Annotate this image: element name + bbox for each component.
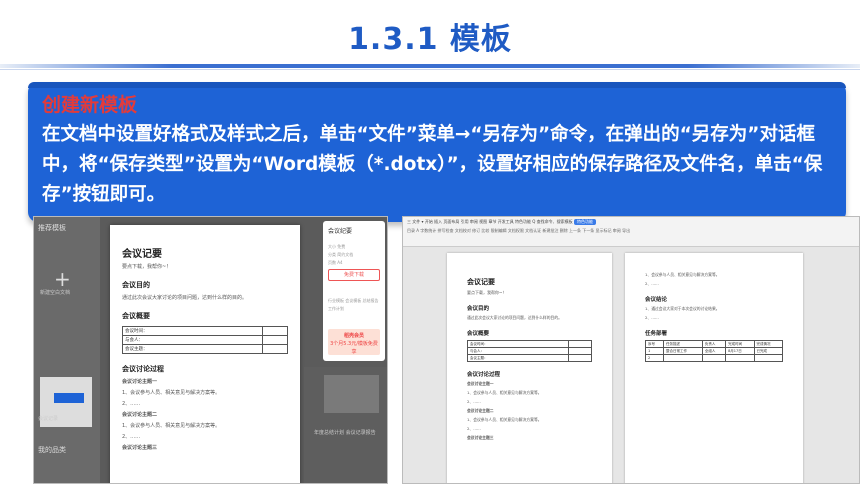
- doc-topic-3: 会议讨论主题三: [467, 435, 494, 440]
- table-cell: 已完成: [753, 347, 784, 355]
- doc-item: 2、……: [645, 315, 659, 320]
- word-processor-screenshot: 三 文件 ▾ 开始 插入 页面布局 引用 审阅 视图 章节 开发工具 特色功能 …: [402, 216, 860, 484]
- download-button[interactable]: 免费下载: [328, 269, 380, 281]
- menu-bar[interactable]: 三 文件 ▾ 开始 插入 页面布局 引用 审阅 视图 章节 开发工具 特色功能 …: [407, 219, 596, 225]
- ribbon-toolbar: 三 文件 ▾ 开始 插入 页面布局 引用 审阅 视图 章节 开发工具 特色功能 …: [403, 217, 859, 247]
- vip-promo-text: 3个月5.3元/模板免费享: [330, 341, 378, 355]
- ribbon-commands[interactable]: 目录 A 字数统计 拼写检查 文档校对 修订 比较 限制编辑 文档权限 文档认证…: [407, 228, 630, 234]
- template-library-screenshot: 推荐模板 + 新建空白文档 会议记录 我的品类 会议记要 要点下载，我帮你~！ …: [33, 216, 388, 484]
- doc-heading-purpose: 会议目的: [122, 281, 150, 289]
- plus-icon[interactable]: +: [54, 267, 71, 291]
- doc-item: 1、会议参与人员、相关意见与解决方案等。: [122, 390, 221, 396]
- detail-meta-category: 分类 简约文档: [328, 252, 354, 257]
- doc-topic-1: 会议讨论主题一: [122, 379, 158, 385]
- doc-item: 2、……: [122, 401, 141, 407]
- document-page-2: 1、会议参与人员、相关意见与解决方案等。 2、…… 会议结论 1、通过会议大家对…: [625, 253, 803, 483]
- more-templates-column: 年度总结计划 会议记录报告: [304, 367, 387, 483]
- doc-topic-1: 会议讨论主题一: [467, 381, 494, 386]
- table-header-cell: 负责人: [701, 340, 727, 348]
- doc-text-purpose: 通过此次会议大家讨论的项目问题，达到什么样的目的。: [467, 315, 562, 320]
- detail-meta-size: 大小 免费: [328, 244, 346, 249]
- template-detail-card: 会议纪要 大小 免费 分类 简约文档 页数 A4 免费下载 行业模板 会议模板 …: [323, 221, 385, 361]
- table-cell: [701, 354, 727, 362]
- table-cell: 会议主题：: [466, 354, 570, 362]
- content-banner: 创建新模板 在文档中设置好格式及样式之后，单击“文件”菜单→“另存为”命令，在弹…: [28, 82, 846, 222]
- task-table: 序号 任务描述 负责人 完成时间 完成情况 1 整合日常工作 全组人 8月17日…: [645, 340, 784, 362]
- doc-heading-discussion: 会议讨论过程: [467, 372, 501, 378]
- detail-title: 会议纪要: [328, 228, 353, 235]
- instruction-paragraph: 在文档中设置好格式及样式之后，单击“文件”菜单→“另存为”命令，在弹出的“另存为…: [42, 124, 823, 205]
- detail-tags[interactable]: 行业模板 会议模板 总结报告 工作计划: [328, 297, 380, 313]
- table-header-cell: 序号: [645, 340, 664, 348]
- table-row: 2: [645, 354, 784, 362]
- doc-subtitle: 要点下载，我帮你~！: [122, 264, 172, 270]
- doc-item: 2、……: [122, 434, 141, 440]
- header-divider-thin: [0, 69, 860, 70]
- vip-label: 稻壳会员: [343, 333, 364, 339]
- doc-text-purpose: 通过此次会议大家讨论的项目问题，达到什么样的目的。: [122, 295, 248, 301]
- table-cell: 会议时间：: [466, 340, 570, 348]
- table-row: 1 整合日常工作 全组人 8月17日 已完成: [645, 347, 784, 355]
- sidebar-title: 推荐模板: [38, 224, 66, 232]
- template-thumbnail[interactable]: [324, 375, 379, 413]
- document-page-1: 会议记要 要点下载，我帮你~！ 会议目的 通过此次会议大家讨论的项目问题，达到什…: [447, 253, 612, 483]
- table-cell: 与会人：: [122, 335, 263, 345]
- table-header-cell: 完成情况: [753, 340, 784, 348]
- doc-title: 会议记要: [122, 249, 162, 260]
- doc-topic-3: 会议讨论主题三: [122, 445, 158, 451]
- doc-item: 1、通过会议大家对于本次会议的讨论结果。: [645, 306, 720, 311]
- table-header-row: 序号 任务描述 负责人 完成时间 完成情况: [645, 340, 784, 348]
- doc-topic-2: 会议讨论主题二: [122, 412, 158, 418]
- table-cell: [662, 354, 703, 362]
- table-cell: [753, 354, 784, 362]
- header-divider: [0, 64, 860, 68]
- table-header-cell: 完成时间: [725, 340, 755, 348]
- table-cell: 2: [645, 354, 664, 362]
- doc-heading-tasks: 任务部署: [645, 331, 668, 337]
- table-header-cell: 任务描述: [662, 340, 703, 348]
- doc-heading-purpose: 会议目的: [467, 306, 490, 312]
- doc-item: 2、……: [645, 281, 659, 286]
- doc-item: 2、……: [467, 399, 481, 404]
- vip-promo[interactable]: 稻壳会员 3个月5.3元/模板免费享: [328, 329, 380, 355]
- section-subtitle: 创建新模板: [42, 94, 138, 116]
- doc-heading-summary: 会议概要: [467, 331, 490, 337]
- doc-item: 1、会议参与人员、相关意见与解决方案等。: [645, 272, 720, 277]
- table-cell: 8月17日: [725, 347, 755, 355]
- doc-item: 1、会议参与人员、相关意见与解决方案等。: [467, 417, 542, 422]
- doc-summary-table: 会议时间： 与会人： 会议主题：: [466, 340, 592, 362]
- detail-meta: 大小 免费 分类 简约文档 页数 A4: [328, 243, 353, 267]
- doc-topic-2: 会议讨论主题二: [467, 408, 494, 413]
- doc-heading-discussion: 会议讨论过程: [122, 365, 164, 373]
- banner-top-strip: [28, 82, 846, 88]
- new-blank-label[interactable]: 新建空白文档: [40, 289, 70, 296]
- table-cell: 会议时间：: [122, 326, 263, 336]
- doc-title: 会议记要: [467, 278, 495, 286]
- slide-title: 1.3.1 模板: [348, 22, 512, 57]
- template-sidebar: 推荐模板 + 新建空白文档 会议记录 我的品类: [34, 217, 100, 483]
- thumbnail-caption: 年度总结计划 会议记录报告: [314, 430, 376, 436]
- menu-items[interactable]: 三 文件 ▾ 开始 插入 页面布局 引用 审阅 视图 章节 开发工具 特色功能 …: [407, 219, 573, 224]
- table-cell: [725, 354, 755, 362]
- table-cell: 会议主题：: [122, 344, 263, 354]
- menu-active-tab[interactable]: 特色功能: [573, 219, 596, 225]
- table-cell: 1: [645, 347, 664, 355]
- doc-heading-conclusion: 会议结论: [645, 297, 668, 303]
- thumbnail-caption: 会议记录: [38, 416, 59, 422]
- doc-heading-summary: 会议概要: [122, 312, 150, 320]
- doc-subtitle: 要点下载，我帮你~！: [467, 290, 507, 295]
- slide-header: 1.3.1 模板: [0, 0, 860, 70]
- doc-summary-table: 会议时间： 与会人： 会议主题：: [122, 326, 289, 354]
- template-preview-document: 会议记要 要点下载，我帮你~！ 会议目的 通过此次会议大家讨论的项目问题，达到什…: [110, 225, 300, 483]
- table-cell: 整合日常工作: [662, 347, 703, 355]
- doc-item: 1、会议参与人员、相关意见与解决方案等。: [122, 423, 221, 429]
- doc-item: 1、会议参与人员、相关意见与解决方案等。: [467, 390, 542, 395]
- detail-meta-pages: 页数 A4: [328, 260, 343, 265]
- category-tab[interactable]: 我的品类: [38, 445, 66, 455]
- table-cell: 与会人：: [466, 347, 570, 355]
- thumbnail-badge: [54, 393, 84, 403]
- table-cell: 全组人: [701, 347, 727, 355]
- doc-item: 2、……: [467, 426, 481, 431]
